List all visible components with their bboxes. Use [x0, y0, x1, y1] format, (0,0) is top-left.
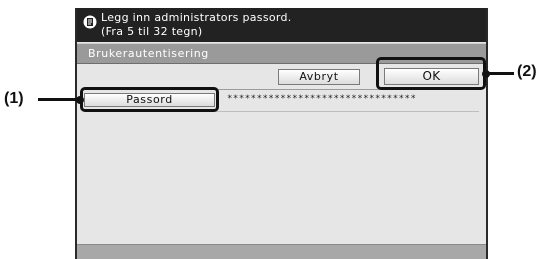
callout-leader-1: [38, 98, 80, 101]
control-panel-screen: Legg inn administrators passord. (Fra 5 …: [75, 8, 488, 259]
password-field-value: ********************************: [227, 94, 417, 104]
callout-label-1: (1): [4, 90, 24, 107]
callout-box-password: [80, 87, 219, 112]
callout-label-2: (2): [517, 63, 537, 80]
callout-box-ok: [376, 57, 486, 90]
document-info-icon: [83, 15, 97, 29]
callout-leader-2: [486, 72, 514, 75]
message-line-2: (Fra 5 til 32 tegn): [101, 25, 203, 38]
callout-dot-1: [76, 96, 84, 104]
message-bar: Legg inn administrators passord. (Fra 5 …: [77, 8, 486, 42]
screen-title: Brukerautentisering: [88, 47, 209, 60]
cancel-button[interactable]: Avbryt: [278, 69, 360, 85]
callout-dot-2: [482, 70, 490, 78]
message-line-1: Legg inn administrators passord.: [101, 11, 292, 24]
bottom-bar: [77, 244, 486, 259]
